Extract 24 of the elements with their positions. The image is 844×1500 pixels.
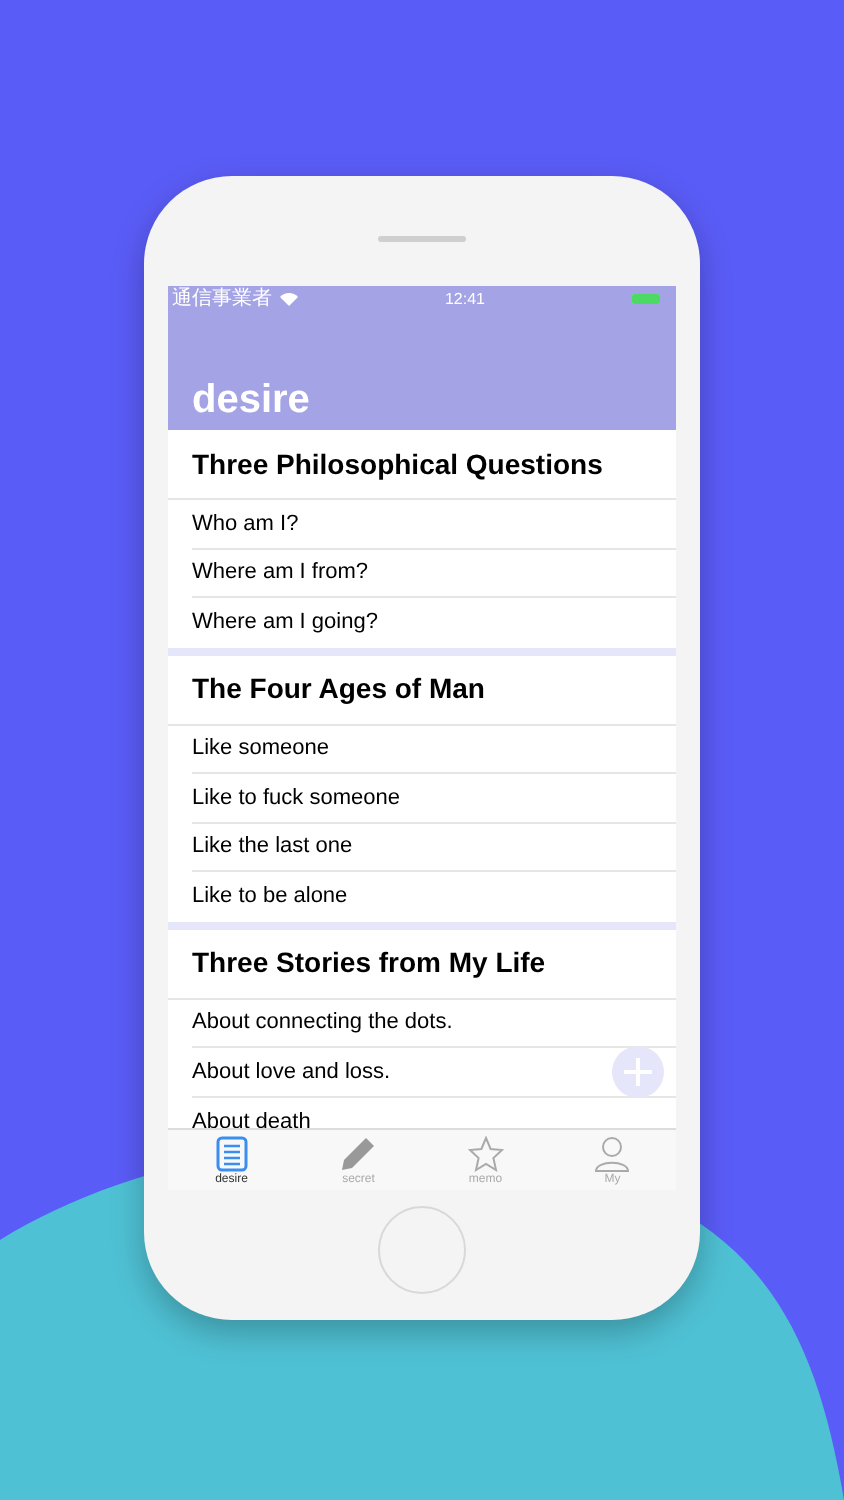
pencil-icon (340, 1136, 377, 1172)
section-title: The Four Ages of Man (168, 655, 676, 725)
add-button[interactable] (612, 1046, 664, 1098)
list-item[interactable]: Like to be alone (192, 872, 676, 921)
page-title: desire (192, 380, 312, 420)
document-icon (215, 1136, 248, 1172)
section-title: Three Stories from My Life (168, 929, 676, 999)
wifi-icon (280, 292, 298, 306)
speaker-slot (378, 236, 466, 242)
list-item[interactable]: Like someone (192, 725, 676, 774)
carrier-label: 通信事業者 (172, 289, 272, 309)
list-item[interactable]: Like to fuck someone (192, 774, 676, 823)
status-time: 12:41 (442, 287, 488, 311)
list-item[interactable]: About connecting the dots. (192, 999, 676, 1048)
list-item[interactable]: Who am I? (192, 500, 676, 549)
person-icon (594, 1136, 631, 1172)
list-item[interactable]: Where am I going? (192, 598, 676, 647)
star-icon (467, 1136, 504, 1172)
list-item[interactable]: About death (192, 1097, 676, 1128)
battery-icon (632, 294, 660, 304)
section-title: Three Philosophical Questions (168, 430, 676, 500)
list-item[interactable]: Where am I from? (192, 549, 676, 598)
plus-icon (622, 1056, 654, 1088)
list-item[interactable]: Like the last one (192, 823, 676, 872)
